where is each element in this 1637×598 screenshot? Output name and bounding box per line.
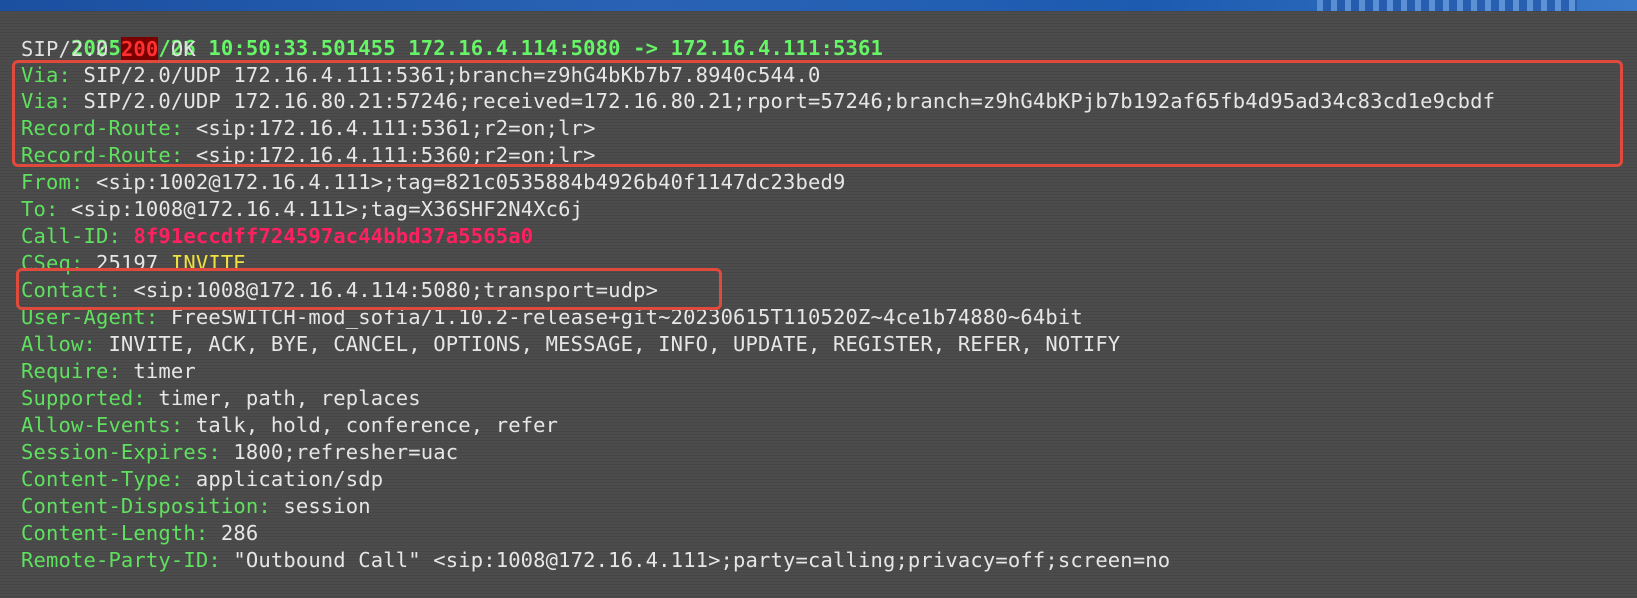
sip-field-key: Call-ID:: [21, 224, 121, 248]
status-reason: OK: [158, 37, 196, 61]
sip-field-line: From: <sip:1002@172.16.4.111>;tag=821c05…: [21, 169, 1637, 196]
contact-highlight-box: [16, 268, 722, 310]
sip-field-value: 286: [208, 521, 259, 545]
sip-field-line: Allow-Events: talk, hold, conference, re…: [21, 412, 1637, 439]
sip-field-key: Content-Length:: [21, 521, 209, 545]
status-protocol: SIP/2.0: [21, 37, 121, 61]
capture-header-line: 2025/02/26 10:50:33.501455 172.16.4.114:…: [21, 11, 1637, 60]
sip-field-value: timer, path, replaces: [145, 386, 421, 410]
sip-field-line: Require: timer: [21, 358, 1637, 385]
status-code: 200: [120, 37, 159, 61]
sip-field-value: 1800;refresher=uac: [220, 440, 459, 464]
sip-field-key: Allow-Events:: [21, 413, 184, 437]
sip-field-value: talk, hold, conference, refer: [183, 413, 559, 437]
sip-field-line: Call-ID: 8f91eccdff724597ac44bbd37a5565a…: [21, 223, 1637, 250]
sip-field-line: Session-Expires: 1800;refresher=uac: [21, 439, 1637, 466]
sip-field-line: Supported: timer, path, replaces: [21, 385, 1637, 412]
sip-field-value: application/sdp: [183, 467, 384, 491]
sip-field-value: timer: [120, 359, 196, 383]
sip-field-value: session: [270, 494, 371, 518]
sip-field-line: Content-Type: application/sdp: [21, 466, 1637, 493]
sip-field-key: Session-Expires:: [21, 440, 221, 464]
sip-field-key: Supported:: [21, 386, 146, 410]
sip-field-key: To:: [21, 197, 59, 221]
sip-field-value: <sip:1002@172.16.4.111>;tag=821c0535884b…: [83, 170, 846, 194]
sip-field-key: Content-Type:: [21, 467, 184, 491]
call-id-value: 8f91eccdff724597ac44bbd37a5565a0: [133, 224, 534, 248]
sip-field-key: From:: [21, 170, 84, 194]
sip-field-line: Content-Length: 286: [21, 520, 1637, 547]
sip-field-key: Remote-Party-ID:: [21, 548, 221, 572]
sip-field-line: To: <sip:1008@172.16.4.111>;tag=X36SHF2N…: [21, 196, 1637, 223]
via-record-route-highlight-box: [12, 60, 1623, 167]
sip-field-value: "Outbound Call" <sip:1008@172.16.4.111>;…: [220, 548, 1171, 572]
sip-field-line: Allow: INVITE, ACK, BYE, CANCEL, OPTIONS…: [21, 331, 1637, 358]
sip-field-key: Require:: [21, 359, 121, 383]
sip-field-key: Allow:: [21, 332, 96, 356]
sip-field-line: Content-Disposition: session: [21, 493, 1637, 520]
sip-field-line: Remote-Party-ID: "Outbound Call" <sip:10…: [21, 547, 1637, 574]
sip-field-value: INVITE, ACK, BYE, CANCEL, OPTIONS, MESSA…: [95, 332, 1121, 356]
sip-field-value: <sip:1008@172.16.4.111>;tag=X36SHF2N4Xc6…: [58, 197, 584, 221]
sip-field-key: Content-Disposition:: [21, 494, 271, 518]
sip-field-value: [121, 224, 134, 248]
